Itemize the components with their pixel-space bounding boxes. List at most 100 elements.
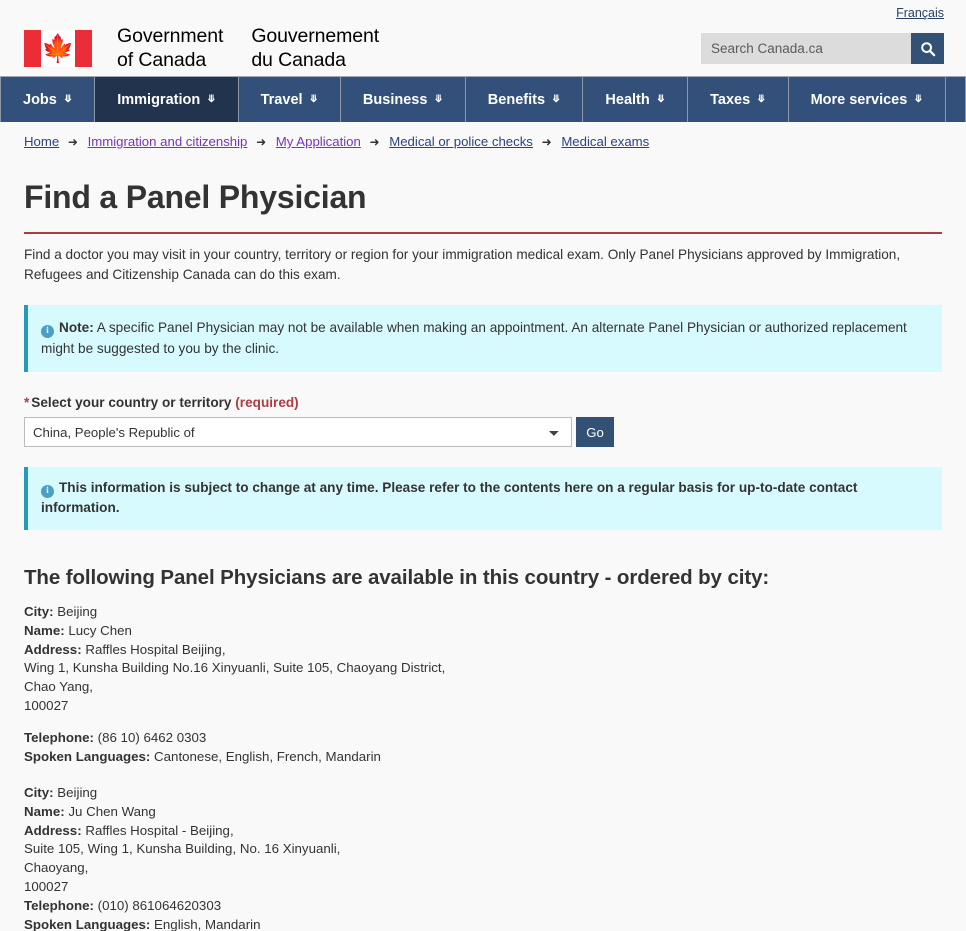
physician-name-line: Name: Ju Chen Wang — [24, 803, 942, 822]
breadcrumb-separator-icon: ➜ — [369, 135, 380, 149]
breadcrumb-separator-icon: ➜ — [67, 135, 78, 149]
physician-telephone-line: Telephone: (010) 861064620303 — [24, 897, 942, 916]
breadcrumb-separator-icon: ➜ — [256, 135, 267, 149]
chevron-down-icon: ⤋ — [914, 94, 923, 105]
address-line-extra: Suite 105, Wing 1, Kunsha Building, No. … — [24, 841, 341, 857]
nav-label-business: Business — [362, 91, 428, 108]
wordmark-french: Gouvernement du Canada — [251, 25, 379, 73]
physician-address-line: Address: Raffles Hospital Beijing, — [24, 641, 942, 660]
listing-spacer — [24, 716, 942, 729]
search-submit-button[interactable] — [911, 33, 944, 64]
nav-item-travel[interactable]: Travel ⤋ — [239, 77, 341, 122]
nav-item-health[interactable]: Health ⤋ — [583, 77, 689, 122]
nav-item-immigration[interactable]: Immigration ⤋ — [95, 77, 239, 122]
nav-filler — [946, 77, 966, 122]
nav-label-travel: Travel — [260, 91, 303, 108]
chevron-down-icon: ⤋ — [434, 94, 443, 105]
physician-listing: City: Beijing Name: Lucy Chen Address: R… — [24, 603, 942, 767]
main-content: Find a Panel Physician Find a doctor you… — [0, 179, 966, 931]
note-callout: i Note: A specific Panel Physician may no… — [24, 305, 942, 372]
address-line-extra: 100027 — [24, 879, 69, 895]
address-value: Raffles Hospital Beijing, — [85, 641, 226, 657]
breadcrumb: Home ➜ Immigration and citizenship ➜ My … — [0, 122, 966, 160]
chevron-down-icon: ⤋ — [757, 94, 766, 105]
physician-telephone-line: Telephone: (86 10) 6462 0303 — [24, 729, 942, 748]
physician-listing: City: Beijing Name: Ju Chen Wang Address… — [24, 784, 942, 931]
wordmark-fr-line2: du Canada — [251, 48, 346, 71]
breadcrumb-item-medical-or-police-checks[interactable]: Medical or police checks — [389, 134, 533, 149]
language-toggle-row: Français — [896, 4, 944, 22]
name-label: Name: — [24, 622, 65, 638]
telephone-label: Telephone: — [24, 898, 94, 914]
address-line-extra: Wing 1, Kunsha Building No.16 Xinyuanli,… — [24, 660, 446, 676]
nav-label-immigration: Immigration — [117, 91, 201, 108]
required-asterisk: * — [24, 395, 30, 410]
search-icon — [920, 41, 935, 56]
search-input[interactable] — [701, 33, 911, 64]
languages-label: Spoken Languages: — [24, 916, 151, 931]
nav-item-business[interactable]: Business ⤋ — [341, 77, 466, 122]
go-button[interactable]: Go — [576, 417, 614, 447]
info-circle-icon: i — [41, 485, 54, 498]
physician-languages-line: Spoken Languages: Cantonese, English, Fr… — [24, 748, 942, 767]
note-body: A specific Panel Physician may not be av… — [41, 320, 907, 356]
breadcrumb-item-medical-exams[interactable]: Medical exams — [561, 134, 649, 149]
name-value: Ju Chen Wang — [68, 803, 156, 819]
languages-label: Spoken Languages: — [24, 748, 151, 764]
address-label: Address: — [24, 641, 82, 657]
country-select-label-text: Select your country or territory — [31, 395, 232, 410]
telephone-value: (86 10) 6462 0303 — [97, 730, 207, 746]
nav-item-more-services[interactable]: More services ⤋ — [789, 77, 946, 122]
physician-address-line: Address: Raffles Hospital - Beijing, — [24, 822, 942, 841]
wordmark-en-line1: Government — [117, 25, 224, 47]
name-value: Lucy Chen — [68, 622, 132, 638]
nav-label-benefits: Benefits — [487, 91, 546, 108]
goc-signature: 🍁 Government of Canada Gouvernement du C… — [24, 25, 379, 73]
telephone-value: (010) 861064620303 — [97, 898, 222, 914]
country-select[interactable]: China, People's Republic of — [24, 417, 572, 447]
country-selector-form: * Select your country or territory (requi… — [24, 395, 942, 447]
city-label: City: — [24, 603, 54, 619]
site-header: Français 🍁 Government of Canada Gouverne… — [0, 0, 966, 76]
breadcrumb-item-my-application[interactable]: My Application — [276, 134, 361, 149]
canada-flag-icon: 🍁 — [24, 30, 92, 68]
chevron-down-icon: ⤋ — [309, 94, 318, 105]
results-heading: The following Panel Physicians are avail… — [24, 565, 770, 589]
physician-city-line: City: Beijing — [24, 784, 942, 803]
chevron-down-icon: ⤋ — [552, 94, 561, 105]
page-title: Find a Panel Physician — [24, 179, 942, 234]
address-line-extra: Chaoyang, — [24, 860, 89, 876]
page-intro: Find a doctor you may visit in your coun… — [24, 247, 901, 283]
language-toggle-link[interactable]: Français — [896, 6, 944, 20]
nav-label-jobs: Jobs — [23, 91, 57, 108]
country-select-label: * Select your country or territory (requi… — [24, 395, 942, 410]
telephone-label: Telephone: — [24, 730, 94, 746]
city-value: Beijing — [57, 603, 98, 619]
subject-to-change-text: This information is subject to change at… — [41, 480, 858, 516]
subject-to-change-callout: i This information is subject to change a… — [24, 467, 942, 530]
breadcrumb-item-immigration-and-citizenship[interactable]: Immigration and citizenship — [88, 134, 248, 149]
city-label: City: — [24, 784, 54, 800]
info-circle-icon: i — [41, 325, 54, 339]
nav-item-taxes[interactable]: Taxes ⤋ — [688, 77, 789, 122]
chevron-down-icon: ⤋ — [63, 94, 73, 105]
maple-leaf-icon: 🍁 — [41, 33, 75, 64]
address-line-extra: 100027 — [24, 698, 69, 714]
physician-languages-line: Spoken Languages: English, Mandarin — [24, 916, 942, 931]
nav-item-benefits[interactable]: Benefits ⤋ — [466, 77, 584, 122]
wordmark-en-line2: of Canada — [117, 48, 207, 71]
address-line-extra: Chao Yang, — [24, 679, 94, 695]
name-label: Name: — [24, 803, 65, 819]
note-label: Note: — [59, 320, 94, 336]
nav-label-health: Health — [605, 91, 650, 108]
nav-item-jobs[interactable]: Jobs ⤋ — [0, 77, 96, 122]
languages-value: Cantonese, English, French, Mandarin — [154, 748, 381, 764]
breadcrumb-item-home[interactable]: Home — [24, 134, 59, 149]
physician-city-line: City: Beijing — [24, 603, 942, 622]
main-navigation: Jobs ⤋ Immigration ⤋ Travel ⤋ Business ⤋… — [0, 76, 966, 122]
languages-value: English, Mandarin — [154, 916, 261, 931]
chevron-down-icon: ⤋ — [656, 94, 666, 105]
city-value: Beijing — [57, 784, 98, 800]
chevron-down-icon: ⤋ — [207, 94, 216, 105]
nav-label-taxes: Taxes — [710, 91, 751, 108]
